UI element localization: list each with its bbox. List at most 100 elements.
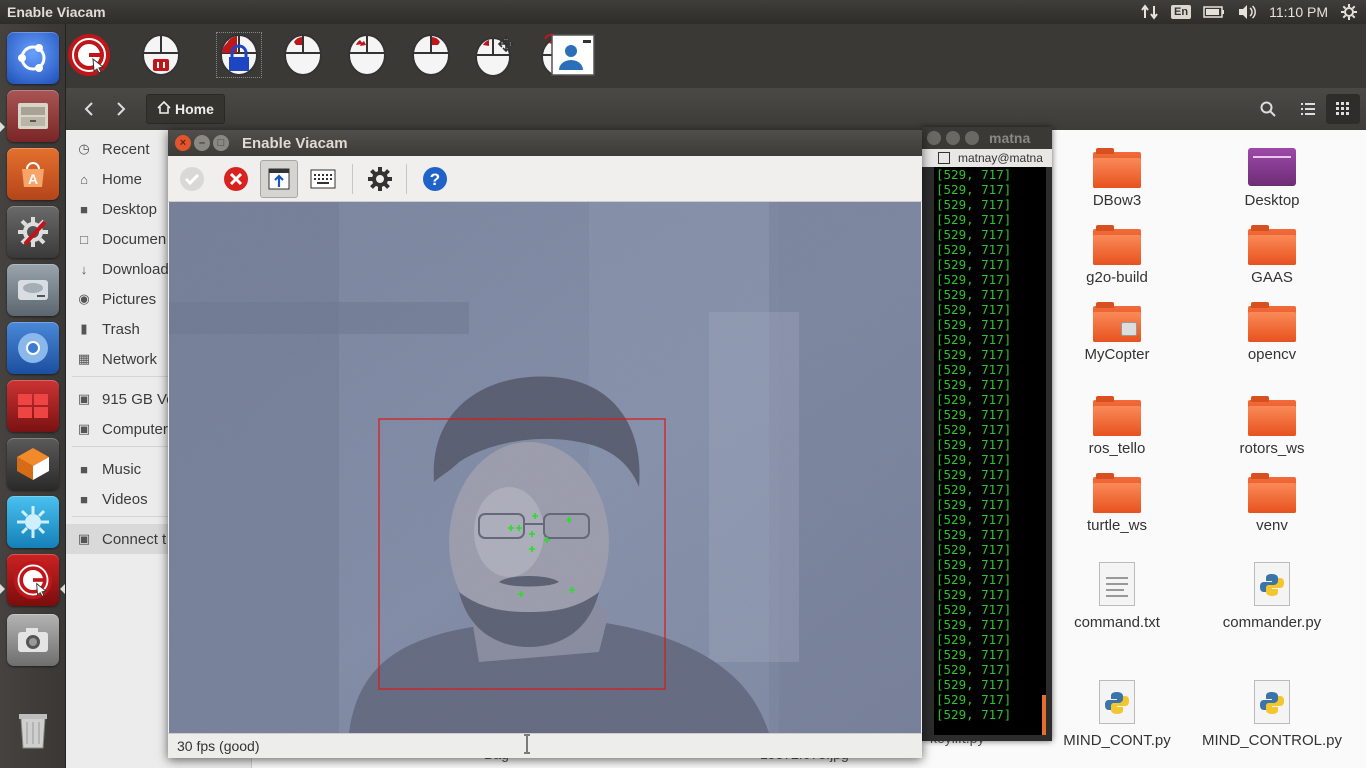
trash-icon[interactable] [7,704,59,756]
active-app-title: Enable Viacam [7,4,106,20]
file-item[interactable]: turtle_ws [1052,473,1182,534]
file-label: ros_tello [1088,440,1146,457]
terminal-window: matna matnay@matna [529, 717] [529, 717][… [922,127,1052,741]
file-item[interactable]: MIND_CONT.py [1052,680,1182,749]
camera-app-icon[interactable] [7,614,59,666]
top-panel: Enable Viacam En 11:10 PM [0,0,1366,24]
always-on-top-button[interactable] [260,160,298,198]
sidebar-label: Home [102,170,143,188]
terminal-output[interactable]: [529, 717] [529, 717] [529, 717] [529, 717]… [934,167,1046,735]
disk-drive-icon[interactable] [7,264,59,316]
svg-text:A: A [28,171,38,187]
terminal-scrollbar[interactable] [1042,695,1046,735]
terminal-line: [529, 717] [936,257,1012,272]
sidebar-label: Network [102,350,158,368]
terminal-line: [529, 717] [936,347,1012,362]
terminal-line: [529, 717] [936,707,1012,722]
file-item[interactable]: MyCopter [1052,302,1182,363]
file-item[interactable]: rotors_ws [1207,396,1337,457]
viacam-pause-icon[interactable] [138,32,184,78]
terminal-tab-label: matnay@matna [958,151,1043,165]
file-item[interactable]: g2o-build [1052,225,1182,286]
forward-button[interactable] [106,95,136,123]
search-button[interactable] [1251,94,1285,124]
maximize-icon[interactable] [965,131,979,145]
settings-button[interactable] [361,160,399,198]
file-item[interactable]: ros_tello [1052,396,1182,457]
splash-app-icon[interactable] [7,496,59,548]
home-icon: ⌂ [80,171,88,187]
onscreen-keyboard-button[interactable] [304,160,342,198]
left-click-icon[interactable] [280,32,326,78]
python-file-icon [1248,562,1296,610]
terminal-line: [529, 717] [936,437,1012,452]
workspace-switcher-icon[interactable] [7,380,59,432]
dash-home-icon[interactable] [7,32,59,84]
file-item[interactable]: GAAS [1207,225,1337,286]
system-settings-icon[interactable] [7,206,59,258]
file-item[interactable]: DBow3 [1052,148,1182,209]
terminal-tab[interactable]: matnay@matna [922,149,1052,167]
files-icon[interactable] [7,90,59,142]
keyboard-layout-indicator[interactable]: En [1171,5,1192,19]
disable-button[interactable] [217,160,255,198]
help-button[interactable]: ? [416,160,454,198]
gear-icon [368,167,392,191]
enable-check-button[interactable] [173,160,211,198]
new-tab-icon[interactable] [938,152,950,164]
settings-gear-icon[interactable] [1340,3,1358,21]
network-transfer-icon[interactable] [1141,4,1159,20]
svg-text:?: ? [430,170,440,189]
back-button[interactable] [74,95,104,123]
terminal-line: [529, 717] [936,572,1012,587]
blender-like-app-icon[interactable] [7,438,59,490]
file-item[interactable]: MIND_CONTROL.py [1197,680,1347,749]
toolbar-separator [406,164,407,194]
sidebar-label: Music [102,460,142,478]
volume-icon[interactable] [1237,4,1257,20]
webcam-frame [169,202,921,733]
chromium-browser-icon[interactable] [7,322,59,374]
file-label: opencv [1247,346,1297,363]
terminal-line: [529, 717] [936,302,1012,317]
drag-icon[interactable] [472,32,518,78]
grid-view-button[interactable] [1326,94,1360,124]
terminal-line: [529, 717] [936,392,1012,407]
file-item[interactable]: venv [1207,473,1337,534]
terminal-line: [529, 717] [936,317,1012,332]
file-label: command.txt [1074,614,1160,631]
file-item[interactable]: Desktop [1207,148,1337,209]
list-view-button[interactable] [1291,94,1325,124]
viacam-window: × – □ Enable Viacam ? 30 fps (good) [168,130,922,758]
clock[interactable]: 11:10 PM [1269,4,1328,20]
terminal-line: [529, 717] [936,452,1012,467]
terminal-line: [529, 717] [936,557,1012,572]
maximize-icon[interactable]: □ [213,135,229,151]
right-click-icon[interactable] [408,32,454,78]
enable-viacam-launcher-icon[interactable] [7,554,59,606]
terminal-line: [529, 717] [936,617,1012,632]
minimize-icon[interactable]: – [194,135,210,151]
camera-preview[interactable] [169,202,921,733]
terminal-line: [529, 717] [936,587,1012,602]
toolbar-separator [352,164,353,194]
sidebar-label: 915 GB Vo [102,390,175,408]
user-profile-icon[interactable] [550,32,596,78]
file-item[interactable]: command.txt [1052,562,1182,631]
close-icon[interactable]: × [175,135,191,151]
breadcrumb-home[interactable]: Home [146,94,225,124]
viacam-lock-icon[interactable] [216,32,262,78]
software-center-icon[interactable]: A [7,148,59,200]
minimize-icon[interactable] [946,131,960,145]
sidebar-label: Documen [102,230,167,248]
terminal-line: [529, 717] [936,647,1012,662]
file-item[interactable]: opencv [1207,302,1337,363]
viacam-enable-icon[interactable] [66,32,112,78]
double-click-icon[interactable] [344,32,390,78]
file-item[interactable]: commander.py [1207,562,1337,631]
sidebar-label: Recent [102,140,150,158]
battery-icon[interactable] [1203,6,1225,18]
close-icon[interactable] [927,131,941,145]
camera-icon: ◉ [78,291,90,306]
desktop-folder-icon [1248,148,1296,188]
